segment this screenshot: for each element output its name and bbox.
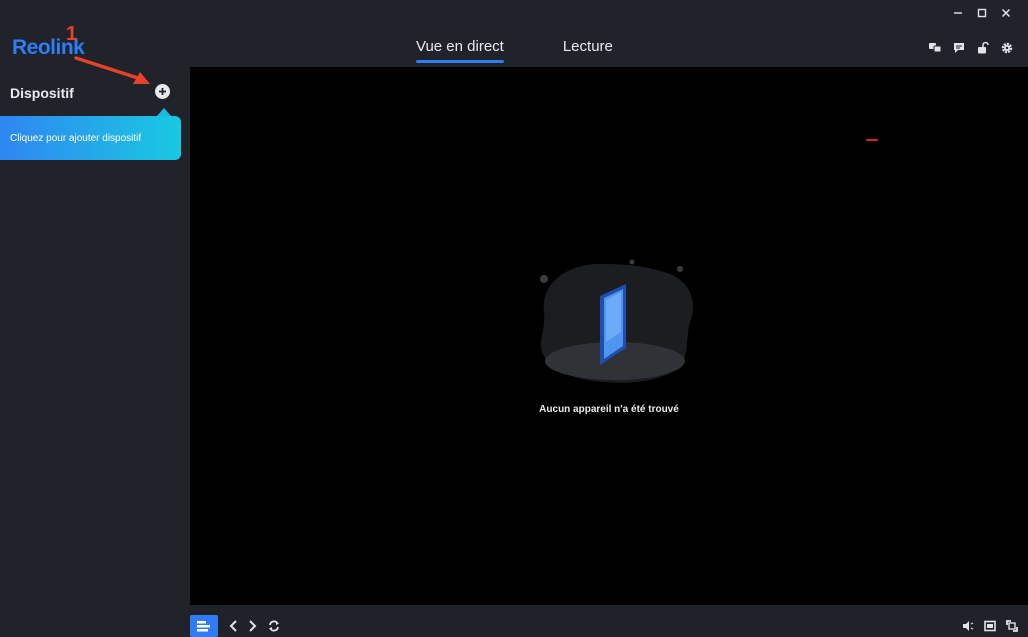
sidebar-title: Dispositif: [10, 85, 74, 101]
tab-live-view[interactable]: Vue en direct: [416, 38, 504, 63]
unlock-icon[interactable]: [976, 41, 990, 55]
bottom-right-controls: [962, 620, 1018, 632]
bottom-left-controls: [190, 615, 280, 637]
chevron-left-icon[interactable]: [228, 620, 238, 632]
no-device-illustration: [540, 259, 694, 383]
message-icon[interactable]: [952, 41, 966, 55]
close-icon[interactable]: [994, 4, 1018, 22]
add-device-tooltip[interactable]: Cliquez pour ajouter dispositif: [0, 108, 181, 160]
top-toolbar: [928, 41, 1014, 55]
maximize-icon[interactable]: [970, 4, 994, 22]
live-view-area: Aucun appareil n'a été trouvé: [190, 67, 1028, 605]
minimize-icon[interactable]: [946, 4, 970, 22]
fullscreen-icon[interactable]: [1006, 620, 1018, 632]
red-marker: [866, 139, 878, 141]
bottom-toolbar: [190, 605, 1028, 637]
volume-icon[interactable]: [962, 620, 974, 632]
refresh-icon[interactable]: [268, 620, 280, 632]
window-controls: [946, 4, 1018, 22]
layout-icon[interactable]: [190, 615, 218, 637]
screen-icon[interactable]: [984, 620, 996, 632]
main-tabs: Vue en direct Lecture: [400, 38, 613, 63]
chat-bubbles-icon[interactable]: [928, 41, 942, 55]
device-sidebar: Dispositif Cliquez pour ajouter disposit…: [0, 67, 190, 632]
chevron-right-icon[interactable]: [248, 620, 258, 632]
annotation-arrow-icon: [74, 56, 150, 84]
tooltip-text: Cliquez pour ajouter dispositif: [10, 132, 142, 144]
empty-state-message: Aucun appareil n'a été trouvé: [539, 404, 679, 415]
tab-playback[interactable]: Lecture: [563, 38, 613, 63]
gear-icon[interactable]: [1000, 41, 1014, 55]
